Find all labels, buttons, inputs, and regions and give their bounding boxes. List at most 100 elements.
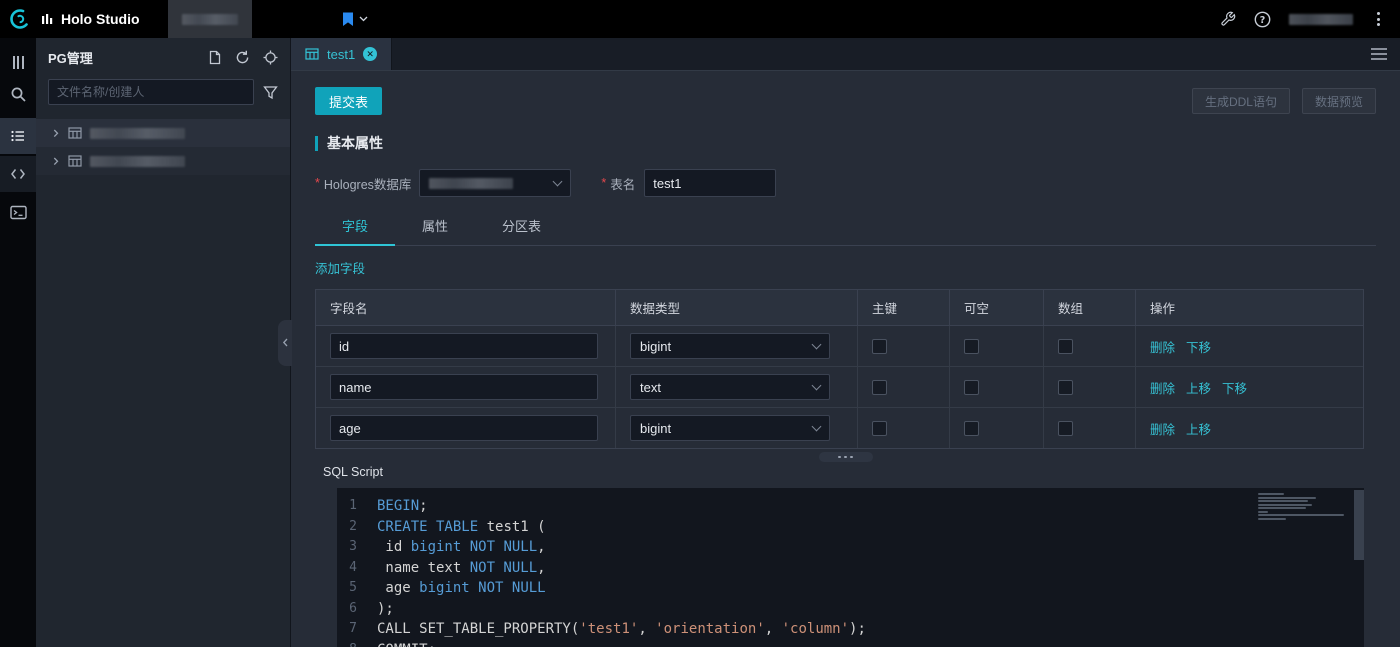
move-up-link[interactable]: 上移 (1186, 419, 1211, 438)
sql-editor[interactable]: 1 BEGIN; 2 CREATE TABLE test1 (3 id bigint … (337, 488, 1364, 647)
data-preview-button[interactable]: 数据预览 (1301, 88, 1376, 114)
primary-key-checkbox[interactable] (872, 420, 887, 436)
panel-search-row (36, 76, 290, 113)
submit-table-button[interactable]: 提交表 (315, 87, 383, 115)
holo-logo[interactable] (0, 8, 40, 30)
tab-partition[interactable]: 分区表 (475, 207, 568, 245)
primary-key-checkbox[interactable] (872, 379, 887, 395)
nullable-checkbox[interactable] (964, 420, 979, 436)
new-file-icon[interactable] (207, 50, 222, 65)
sql-script-label: SQL Script (323, 465, 383, 479)
code-line: 1 BEGIN; (337, 496, 1364, 517)
locate-icon[interactable] (263, 50, 278, 65)
line-number: 2 (349, 518, 357, 534)
refresh-icon[interactable] (235, 50, 250, 65)
editor-scrollbar[interactable] (1354, 488, 1364, 647)
field-type-select[interactable]: text (630, 374, 830, 400)
svg-text:?: ? (1260, 15, 1266, 26)
code-text: CREATE TABLE test1 ( (377, 518, 546, 535)
workspace-tab[interactable] (167, 0, 252, 38)
search-nav-icon[interactable] (0, 78, 36, 110)
help-icon[interactable]: ? (1254, 11, 1271, 28)
holo-studio-app: Holo Studio ? PG管理 文件名称/创建人 test1 ✕ 提交表 … (0, 0, 1400, 647)
primary-key-checkbox[interactable] (872, 338, 887, 354)
code-line: 5 age bigint NOT NULL (337, 578, 1364, 599)
workspace-name-redacted (181, 13, 238, 25)
delete-link[interactable]: 删除 (1150, 378, 1175, 397)
close-icon[interactable]: ✕ (363, 47, 378, 61)
tab-attributes[interactable]: 属性 (395, 207, 475, 245)
chevron-down-icon (552, 176, 563, 186)
file-search-input[interactable] (48, 79, 254, 105)
array-checkbox[interactable] (1058, 420, 1073, 436)
required-asterisk: * (601, 176, 607, 190)
toolbar: 提交表 生成DDL语句 数据预览 (315, 87, 1376, 115)
actions-cell: 删除 上移 (1136, 408, 1363, 448)
bookmark-caret-icon (359, 16, 368, 22)
tab-fields[interactable]: 字段 (315, 207, 396, 246)
bookmark-icon (342, 12, 353, 26)
field-type-value: text (640, 379, 661, 395)
nullable-checkbox[interactable] (964, 338, 979, 354)
panel-collapse-handle[interactable] (278, 319, 292, 366)
nullable-cell (950, 326, 1044, 367)
field-type-cell: text (616, 367, 858, 408)
minimap[interactable] (1258, 493, 1350, 520)
table-manager-nav-icon[interactable] (0, 118, 36, 154)
delete-link[interactable]: 删除 (1150, 419, 1175, 438)
hologres-db-select[interactable] (419, 169, 572, 197)
topbar-right-icons: ? (1220, 10, 1400, 28)
scrollbar-thumb[interactable] (1354, 490, 1364, 560)
basic-props-section: 基本属性 (315, 133, 1376, 153)
nullable-checkbox[interactable] (964, 379, 979, 395)
move-up-link[interactable]: 上移 (1186, 378, 1211, 397)
panel-toggle-icon[interactable] (0, 46, 36, 78)
actions-cell: 删除 上移 下移 (1136, 367, 1363, 408)
required-asterisk: * (315, 176, 320, 190)
chevron-down-icon (811, 380, 822, 390)
array-checkbox[interactable] (1058, 338, 1073, 354)
develop-nav-icon[interactable] (0, 156, 36, 192)
col-header-actions: 操作 (1136, 290, 1363, 326)
field-name-input[interactable] (330, 333, 598, 359)
line-number: 3 (349, 539, 357, 554)
line-number: 6 (349, 600, 357, 616)
filter-icon[interactable] (263, 85, 278, 100)
pg-manager-panel: PG管理 (36, 38, 292, 647)
table-icon (68, 155, 82, 167)
file-tab-test1[interactable]: test1 ✕ (291, 38, 393, 70)
tree-item[interactable] (36, 147, 290, 175)
array-checkbox[interactable] (1058, 379, 1073, 395)
field-type-select[interactable]: bigint (630, 415, 830, 441)
primary-key-cell (858, 326, 950, 367)
line-number: 4 (349, 559, 357, 575)
brand-bars-icon (42, 14, 53, 24)
table-name-input[interactable] (644, 169, 777, 197)
tree-item-label-redacted (90, 155, 185, 167)
code-line: 2 CREATE TABLE test1 ( (337, 517, 1364, 538)
nullable-cell (950, 408, 1044, 448)
move-down-link[interactable]: 下移 (1222, 378, 1247, 397)
field-type-select[interactable]: bigint (630, 333, 830, 359)
move-down-link[interactable]: 下移 (1186, 337, 1211, 356)
tree-item[interactable] (36, 119, 290, 147)
delete-link[interactable]: 删除 (1150, 337, 1175, 356)
fields-table: 字段名 数据类型 主键 可空 数组 操作 bigint (315, 289, 1364, 449)
kebab-menu-icon[interactable] (1371, 10, 1386, 28)
bookmark-control[interactable] (342, 12, 368, 27)
field-name-input[interactable] (330, 374, 598, 400)
chevron-right-icon[interactable] (52, 129, 60, 138)
terminal-nav-icon[interactable] (0, 196, 36, 228)
wrench-icon[interactable] (1220, 11, 1236, 27)
field-name-input[interactable] (330, 415, 598, 441)
chevron-right-icon[interactable] (52, 157, 60, 166)
username-redacted[interactable] (1289, 13, 1353, 25)
brand: Holo Studio (40, 11, 140, 27)
add-field-link[interactable]: 添加字段 (315, 258, 365, 277)
code-line: 8COMMIT; (337, 640, 1364, 647)
generate-ddl-button[interactable]: 生成DDL语句 (1191, 88, 1290, 114)
tree-item-label-redacted (90, 127, 185, 139)
hamburger-icon[interactable] (1358, 38, 1400, 70)
primary-key-cell (858, 408, 950, 448)
splitter-handle[interactable] (818, 452, 873, 462)
